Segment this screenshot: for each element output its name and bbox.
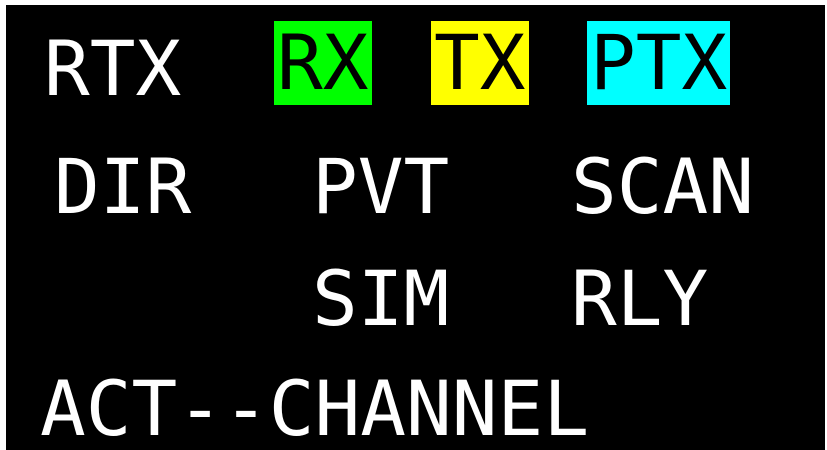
- rly-indicator: RLY: [571, 254, 709, 343]
- dir-indicator: DIR: [54, 142, 192, 231]
- rx-indicator: RX: [274, 21, 372, 105]
- pvt-indicator: PVT: [312, 142, 450, 231]
- channel-readout: ACT--CHANNEL: [40, 364, 590, 450]
- rtx-indicator: RTX: [44, 24, 182, 113]
- status-display: RTX RX TX PTX DIR PVT SCAN SIM RLY ACT--…: [6, 5, 825, 450]
- sim-indicator: SIM: [312, 254, 450, 343]
- ptx-indicator: PTX: [587, 21, 731, 105]
- scan-indicator: SCAN: [571, 142, 755, 231]
- tx-indicator: TX: [431, 21, 529, 105]
